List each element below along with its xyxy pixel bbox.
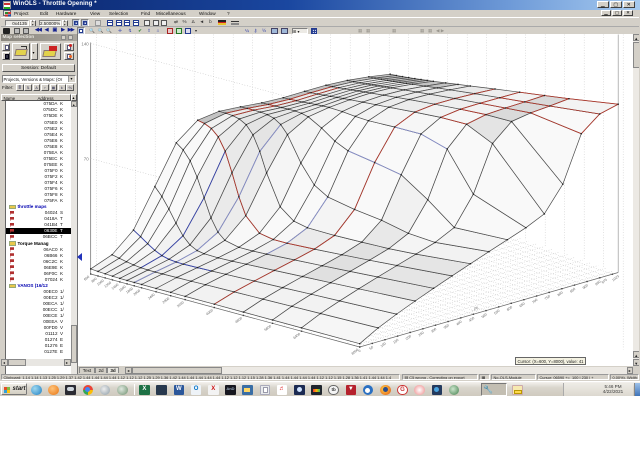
svg-text:140: 140 <box>81 41 89 46</box>
svg-text:70: 70 <box>84 156 89 161</box>
